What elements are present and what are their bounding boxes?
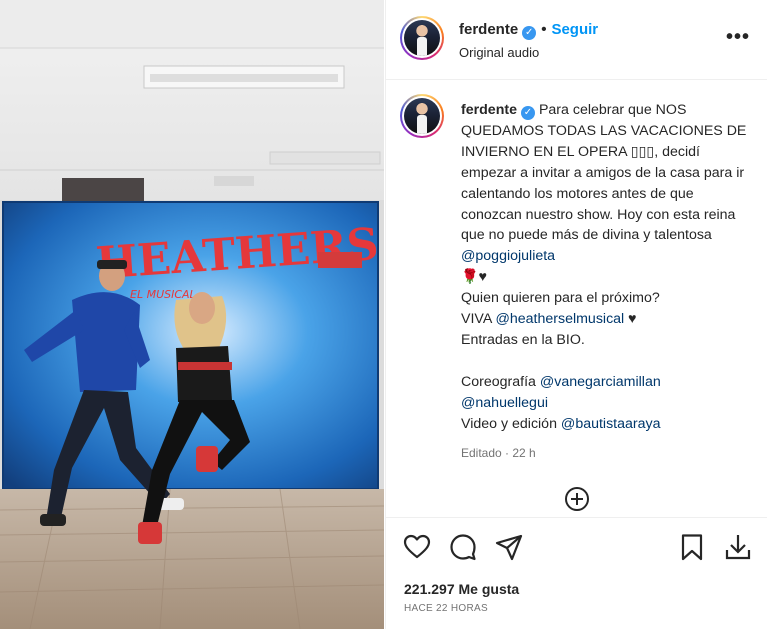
- caption-question: Quien quieren para el próximo?: [461, 290, 660, 307]
- caption-avatar[interactable]: [400, 94, 444, 138]
- post-details-panel: ferdente ✓ • Seguir Original audio ••• ferd…: [385, 0, 767, 629]
- edited-timestamp: Editado · 22 h: [461, 445, 536, 460]
- paper-plane-icon[interactable]: [494, 532, 524, 562]
- separator-dot: •: [541, 21, 547, 38]
- post-time-ago: HACE 22 HORAS: [404, 603, 488, 614]
- video-frame: HEATHERS EL MUSICAL: [0, 0, 384, 629]
- caption-text: ferdente ✓ Para celebrar que NOS QUEDAMOS…: [461, 100, 751, 464]
- caption-tickets: Entradas en la BIO.: [461, 331, 585, 348]
- mention-link[interactable]: @nahuellegui: [461, 395, 548, 411]
- header-user-line: ferdente ✓ • Seguir: [459, 21, 598, 40]
- verified-badge-icon: ✓: [522, 26, 537, 40]
- post-caption: ferdente ✓ Para celebrar que NOS QUEDAMOS…: [386, 80, 767, 517]
- caption-viva: VIVA: [461, 311, 492, 328]
- audio-label[interactable]: Original audio: [459, 45, 539, 60]
- mention-link[interactable]: @heatherselmusical: [495, 311, 624, 327]
- follow-button[interactable]: Seguir: [551, 21, 598, 38]
- bookmark-icon[interactable]: [677, 532, 707, 562]
- banner-subtitle: EL MUSICAL: [130, 288, 196, 301]
- comment-bubble-icon[interactable]: [448, 532, 478, 562]
- post-actions: 221.297 Me gusta HACE 22 HORAS: [386, 517, 767, 629]
- caption-body: Para celebrar que NOS QUEDAMOS TODAS LAS…: [461, 102, 747, 244]
- mention-link[interactable]: @vanegarciamillan: [540, 374, 661, 390]
- plus-circle-icon[interactable]: [564, 486, 590, 512]
- caption-choreo: Coreografía: [461, 373, 536, 390]
- post-header: ferdente ✓ • Seguir Original audio •••: [386, 0, 767, 80]
- caption-heart: ♥: [628, 311, 637, 328]
- heart-outline-icon[interactable]: [402, 532, 432, 562]
- mention-link[interactable]: @poggiojulieta: [461, 248, 555, 264]
- author-username[interactable]: ferdente: [459, 21, 518, 38]
- caption-username[interactable]: ferdente: [461, 102, 517, 118]
- caption-video: Video y edición: [461, 415, 557, 432]
- verified-badge-icon: ✓: [520, 106, 535, 120]
- caption-emojis: 🌹♥: [461, 269, 488, 286]
- mention-link[interactable]: @bautistaaraya: [561, 416, 661, 432]
- more-options-icon[interactable]: •••: [726, 26, 750, 49]
- post-media[interactable]: HEATHERS EL MUSICAL: [0, 0, 384, 629]
- download-tray-icon[interactable]: [723, 532, 753, 562]
- author-avatar[interactable]: [400, 16, 444, 60]
- likes-count[interactable]: 221.297 Me gusta: [404, 581, 519, 597]
